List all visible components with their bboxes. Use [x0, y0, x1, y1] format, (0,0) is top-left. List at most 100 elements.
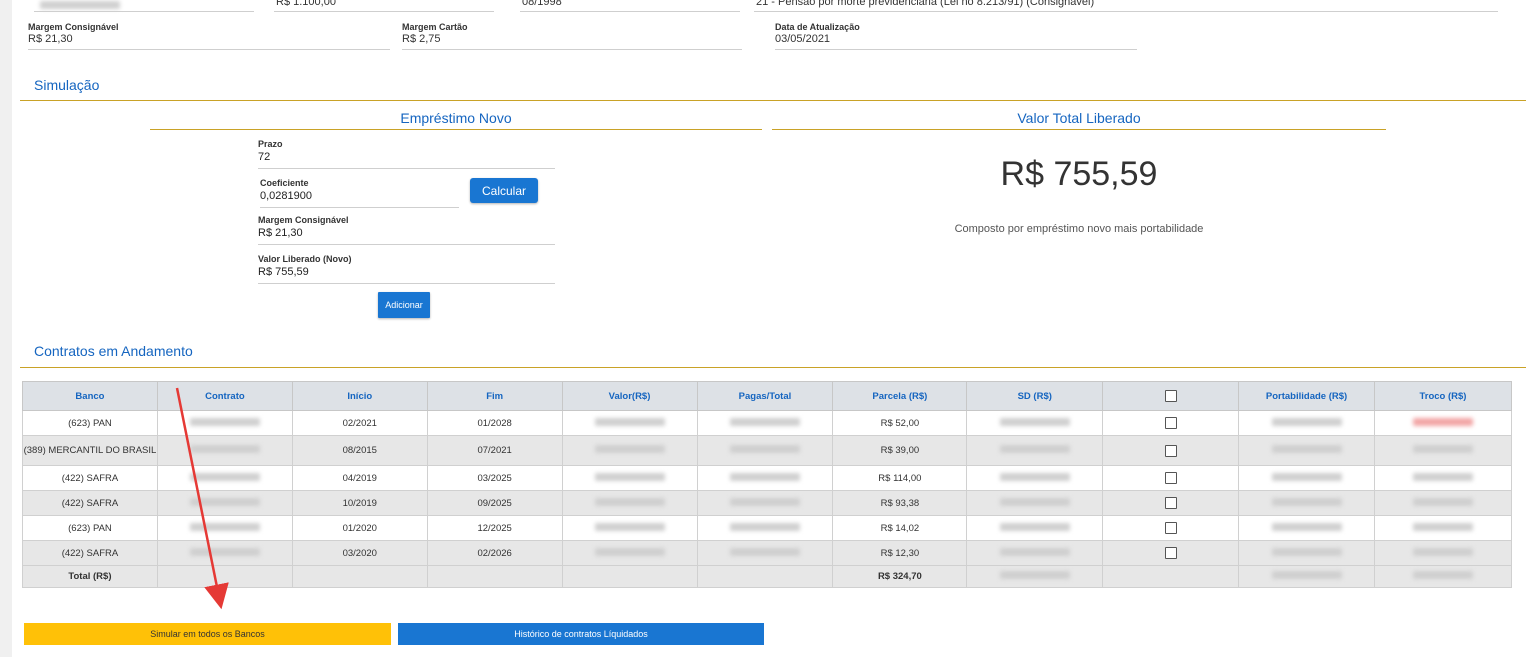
banco-cell: (623) PAN: [22, 410, 158, 436]
prazo-field[interactable]: Prazo 72: [258, 139, 555, 169]
row-checkbox[interactable]: [1164, 444, 1177, 457]
redacted-value: [189, 472, 260, 481]
parcela-cell: R$ 14,02: [832, 515, 968, 541]
inicio-cell: 08/2015: [291, 435, 428, 466]
select-cell: [1102, 515, 1240, 541]
redacted-value: [999, 472, 1070, 481]
redacted-value: [1271, 547, 1342, 556]
redacted-value: [999, 417, 1070, 426]
redacted-value: [189, 547, 260, 556]
coeficiente-field[interactable]: Coeficiente 0,0281900: [260, 178, 459, 208]
banco-cell: (623) PAN: [22, 515, 158, 541]
margem-cartao-label: Margem Cartão: [402, 22, 468, 32]
redacted-value: [729, 445, 800, 453]
redacted-value: [1413, 547, 1473, 556]
redacted-value: [189, 445, 260, 453]
total-sd-cell: [966, 565, 1104, 588]
header-portabilidade[interactable]: Portabilidade (R$): [1238, 381, 1375, 411]
valor-total-amount: R$ 755,59: [1000, 155, 1158, 193]
valor-liberado-field: Valor Liberado (Novo) R$ 755,59: [258, 254, 555, 284]
empty-cell: [696, 565, 834, 588]
select-cell: [1102, 410, 1240, 436]
valor-cell: [561, 540, 698, 566]
calcular-button[interactable]: Calcular: [470, 178, 538, 203]
troco-cell: [1374, 540, 1512, 566]
row-checkbox[interactable]: [1164, 417, 1177, 429]
simular-todos-bancos-button[interactable]: Simular em todos os Bancos: [24, 623, 391, 645]
adicionar-button[interactable]: Adicionar: [378, 292, 430, 318]
total-row: Total (R$) R$ 324,70: [22, 565, 1512, 588]
row-checkbox[interactable]: [1164, 522, 1177, 534]
margem-consignavel-label: Margem Consignável: [28, 22, 119, 32]
margem-cartao-field: Margem Cartão R$ 2,75: [402, 22, 742, 50]
especie-value: 21 - Pensão por morte previdenciária (Le…: [756, 0, 1095, 8]
empty-cell: [156, 565, 293, 588]
parcela-cell: R$ 114,00: [832, 465, 968, 491]
row-checkbox[interactable]: [1164, 472, 1177, 484]
page: R$ 1.100,00 08/1998 21 - Pensão por mort…: [0, 0, 1526, 657]
redacted-value: [1413, 417, 1473, 426]
redacted-value: [1271, 472, 1342, 481]
header-banco[interactable]: Banco: [22, 381, 158, 411]
redacted-value: [594, 547, 665, 556]
left-scroll-edge: [0, 0, 12, 657]
fim-cell: 02/2026: [426, 540, 563, 566]
fim-cell: 09/2025: [426, 490, 563, 516]
empty-cell: [561, 565, 698, 588]
valor-cell: [561, 410, 698, 436]
empty-cell: [291, 565, 428, 588]
row-checkbox[interactable]: [1164, 497, 1177, 509]
pagas-total-cell: [696, 435, 834, 466]
redacted-value: [594, 522, 665, 531]
select-all-checkbox[interactable]: [1164, 390, 1177, 402]
table-row: (422) SAFRA 04/2019 03/2025 R$ 114,00: [22, 465, 1512, 491]
contrato-cell: [156, 435, 293, 466]
parcela-cell: R$ 12,30: [832, 540, 968, 566]
pagas-total-cell: [696, 465, 834, 491]
contratos-title: Contratos em Andamento: [34, 343, 193, 359]
select-cell: [1102, 540, 1240, 566]
banco-cell: (389) MERCANTIL DO BRASIL: [22, 435, 158, 466]
banco-cell: (422) SAFRA: [22, 540, 158, 566]
salario-field: [34, 0, 254, 12]
margem-consignavel-field: Margem Consignável R$ 21,30: [28, 22, 390, 50]
redacted-value: [729, 547, 800, 556]
margem-consignavel-sim-field: Margem Consignável R$ 21,30: [258, 215, 555, 245]
redacted-value: [189, 497, 260, 506]
portabilidade-cell: [1238, 435, 1375, 466]
redacted-value: [1271, 445, 1342, 453]
redacted-value: [999, 497, 1070, 506]
row-checkbox[interactable]: [1164, 547, 1177, 559]
redacted-value: [729, 472, 800, 481]
empty-cell: [426, 565, 563, 588]
historico-contratos-button[interactable]: Histórico de contratos Líquidados: [398, 623, 764, 645]
redacted-value: [999, 547, 1070, 556]
pagas-total-cell: [696, 515, 834, 541]
contratos-table: Banco Contrato Início Fim Valor(R$) Paga…: [22, 381, 1512, 588]
header-fim[interactable]: Fim: [426, 381, 563, 411]
redacted-value: [594, 445, 665, 453]
parcela-cell: R$ 39,00: [832, 435, 968, 466]
redacted-value: [594, 472, 665, 481]
redacted-value: [1413, 571, 1473, 579]
simulacao-divider: [20, 100, 1526, 101]
empty-cell: [1102, 565, 1240, 588]
header-contrato[interactable]: Contrato: [156, 381, 293, 411]
sd-cell: [966, 540, 1104, 566]
valor-total-note: Composto por empréstimo novo mais portab…: [954, 223, 1204, 235]
data-inicio-value: 08/1998: [522, 0, 562, 8]
redacted-value: [729, 522, 800, 531]
header-valor[interactable]: Valor(R$): [561, 381, 698, 411]
header-sd[interactable]: SD (R$): [966, 381, 1104, 411]
troco-cell: [1374, 435, 1512, 466]
redacted-value: [189, 522, 260, 531]
banco-cell: (422) SAFRA: [22, 490, 158, 516]
header-troco[interactable]: Troco (R$): [1374, 381, 1512, 411]
redacted-value: [1271, 497, 1342, 506]
troco-cell: [1374, 465, 1512, 491]
redacted-value: [1271, 417, 1342, 426]
valor-liberado-label: Valor Liberado (Novo): [258, 254, 352, 264]
header-pagas-total[interactable]: Pagas/Total: [696, 381, 834, 411]
header-parcela[interactable]: Parcela (R$): [832, 381, 968, 411]
header-inicio[interactable]: Início: [291, 381, 428, 411]
